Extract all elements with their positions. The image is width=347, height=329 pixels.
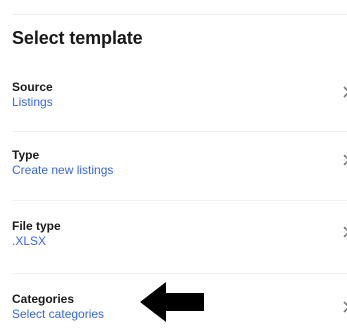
chevron-right-icon bbox=[343, 301, 347, 313]
chevron-right-icon bbox=[343, 154, 347, 166]
divider bbox=[12, 273, 347, 274]
chevron-right-icon bbox=[343, 86, 347, 98]
source-value-link[interactable]: Listings bbox=[12, 95, 347, 110]
file-type-value-link[interactable]: .XLSX bbox=[12, 234, 347, 249]
type-value-link[interactable]: Create new listings bbox=[12, 163, 347, 178]
page-title: Select template bbox=[12, 28, 143, 48]
chevron-right-icon bbox=[343, 226, 347, 238]
file-type-label: File type bbox=[12, 219, 61, 233]
divider bbox=[12, 200, 347, 201]
file-type-field[interactable]: File type .XLSX bbox=[12, 219, 347, 269]
source-field[interactable]: Source Listings bbox=[12, 80, 347, 130]
arrow-left-icon bbox=[140, 280, 204, 324]
divider bbox=[12, 131, 347, 132]
source-label: Source bbox=[12, 80, 53, 94]
top-divider bbox=[12, 14, 347, 15]
type-field[interactable]: Type Create new listings bbox=[12, 148, 347, 198]
type-label: Type bbox=[12, 148, 40, 162]
